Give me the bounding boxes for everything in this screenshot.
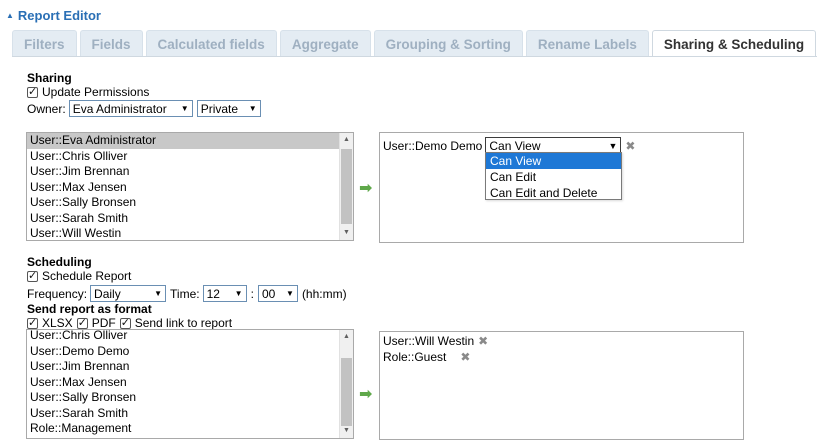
xlsx-checkbox[interactable] xyxy=(27,316,38,329)
list-item[interactable]: Role::Management xyxy=(27,421,353,437)
send-link-checkbox[interactable] xyxy=(119,316,131,329)
remove-recipient-close-icon[interactable]: ✖ xyxy=(460,350,470,364)
frequency-select[interactable]: Daily ▼ xyxy=(90,285,167,302)
remove-recipient-close-icon[interactable]: ✖ xyxy=(478,334,488,348)
remove-share-close-icon[interactable]: ✖ xyxy=(625,139,635,153)
tab-aggregate[interactable]: Aggregate xyxy=(279,30,371,57)
owner-select[interactable]: Eva Administrator ▼ xyxy=(68,100,193,117)
list-item[interactable]: User::Eva Administrator xyxy=(27,133,353,149)
option-can-edit[interactable]: Can Edit xyxy=(486,169,621,185)
tab-grouping-sorting[interactable]: Grouping & Sorting xyxy=(373,30,523,57)
scroll-down-icon[interactable]: ▼ xyxy=(340,424,353,438)
frequency-row: Frequency: Daily ▼ Time: 12 ▼ : 00 ▼ (hh… xyxy=(27,285,347,302)
list-item[interactable]: User::Will Westin xyxy=(27,226,353,240)
report-editor-title: Report Editor xyxy=(17,8,101,23)
owner-value: Eva Administrator xyxy=(72,101,167,116)
option-can-view[interactable]: Can View xyxy=(486,153,621,169)
update-permissions-label: Update Permissions xyxy=(42,85,150,99)
owner-dropdown-arrow-icon: ▼ xyxy=(180,104,189,113)
tab-rename-labels[interactable]: Rename Labels xyxy=(525,30,649,57)
available-users-list[interactable]: User::Eva Administrator User::Chris Olli… xyxy=(26,132,354,241)
option-can-edit-delete[interactable]: Can Edit and Delete xyxy=(486,185,621,201)
xlsx-label: XLSX xyxy=(42,316,73,330)
sharing-heading: Sharing xyxy=(27,71,72,85)
available-recipients-list[interactable]: User::Chris Olliver User::Demo Demo User… xyxy=(26,329,354,439)
frequency-value: Daily xyxy=(94,286,121,301)
permission-value: Can View xyxy=(489,138,541,153)
minute-select[interactable]: 00 ▼ xyxy=(257,285,298,302)
list-item[interactable]: User::Max Jensen xyxy=(27,375,353,391)
tab-calculated-fields[interactable]: Calculated fields xyxy=(145,30,277,57)
shared-user-name: User::Demo Demo xyxy=(383,138,483,153)
recipient-entry: Role::Guest ✖ xyxy=(383,350,470,364)
recipient-entry: User::Will Westin ✖ xyxy=(383,334,488,348)
recipient-name: Role::Guest xyxy=(383,350,447,364)
scheduling-heading: Scheduling xyxy=(27,255,92,269)
selected-recipients-box: User::Will Westin ✖ Role::Guest ✖ xyxy=(379,331,744,440)
minute-dropdown-arrow-icon: ▼ xyxy=(286,289,294,298)
list-item[interactable]: User::Jim Brennan xyxy=(27,359,353,375)
format-options-row: XLSX PDF Send link to report xyxy=(27,316,232,330)
schedule-report-row: Schedule Report xyxy=(27,269,131,283)
tab-fields[interactable]: Fields xyxy=(79,30,143,57)
visibility-dropdown-arrow-icon: ▼ xyxy=(248,104,257,113)
scroll-thumb[interactable] xyxy=(341,149,352,224)
list-item[interactable]: User::Sarah Smith xyxy=(27,211,353,227)
scroll-up-icon[interactable]: ▲ xyxy=(340,330,353,344)
pdf-label: PDF xyxy=(91,316,116,330)
owner-label: Owner: xyxy=(27,101,66,116)
minute-value: 00 xyxy=(261,286,276,301)
hour-dropdown-arrow-icon: ▼ xyxy=(234,289,243,298)
owner-row: Owner: Eva Administrator ▼ Private ▼ xyxy=(27,100,261,117)
visibility-value: Private xyxy=(200,101,239,116)
list-item[interactable]: User::Max Jensen xyxy=(27,180,353,196)
tab-divider xyxy=(12,56,817,57)
list-item[interactable]: User::Chris Olliver xyxy=(27,149,353,165)
recipient-name: User::Will Westin xyxy=(383,334,475,348)
scroll-down-icon[interactable]: ▼ xyxy=(340,226,353,240)
hour-select[interactable]: 12 ▼ xyxy=(202,285,247,302)
frequency-label: Frequency: xyxy=(27,286,88,301)
list-item[interactable]: User::Sarah Smith xyxy=(27,406,353,422)
update-permissions-checkbox[interactable] xyxy=(27,85,38,98)
scroll-thumb[interactable] xyxy=(341,358,352,426)
update-permissions-row: Update Permissions xyxy=(27,85,149,99)
tab-filters[interactable]: Filters xyxy=(12,30,77,57)
pdf-checkbox[interactable] xyxy=(76,316,88,329)
list-item[interactable]: User::Sally Bronsen xyxy=(27,390,353,406)
list-item[interactable]: User::Demo Demo xyxy=(27,344,353,360)
scroll-up-icon[interactable]: ▲ xyxy=(340,133,353,147)
add-recipient-arrow-icon[interactable]: ➡ xyxy=(359,384,372,404)
tab-sharing-scheduling[interactable]: Sharing & Scheduling xyxy=(651,30,817,57)
time-format-hint: (hh:mm) xyxy=(301,286,347,301)
schedule-report-label: Schedule Report xyxy=(42,269,132,283)
list-item[interactable]: User::Sally Bronsen xyxy=(27,195,353,211)
time-colon: : xyxy=(250,286,254,301)
frequency-dropdown-arrow-icon: ▼ xyxy=(154,289,163,298)
add-share-arrow-icon[interactable]: ➡ xyxy=(359,178,372,198)
tab-bar: Filters Fields Calculated fields Aggrega… xyxy=(12,30,817,57)
permission-dropdown-arrow-icon: ▼ xyxy=(608,140,618,151)
users-scrollbar[interactable]: ▲ ▼ xyxy=(339,133,353,240)
schedule-report-checkbox[interactable] xyxy=(27,269,38,282)
list-item[interactable]: User::Chris Olliver xyxy=(27,330,353,344)
send-format-heading: Send report as format xyxy=(27,302,152,316)
report-editor-toggle[interactable]: ▲ Report Editor xyxy=(6,8,101,23)
recipients-scrollbar[interactable]: ▲ ▼ xyxy=(339,330,353,438)
hour-value: 12 xyxy=(206,286,220,301)
permission-options-dropdown: Can View Can Edit Can Edit and Delete xyxy=(485,152,622,200)
visibility-select[interactable]: Private ▼ xyxy=(196,100,261,117)
list-item[interactable]: User::Jim Brennan xyxy=(27,164,353,180)
time-label: Time: xyxy=(170,286,200,301)
collapse-triangle-icon: ▲ xyxy=(6,11,14,20)
send-link-label: Send link to report xyxy=(134,316,233,330)
